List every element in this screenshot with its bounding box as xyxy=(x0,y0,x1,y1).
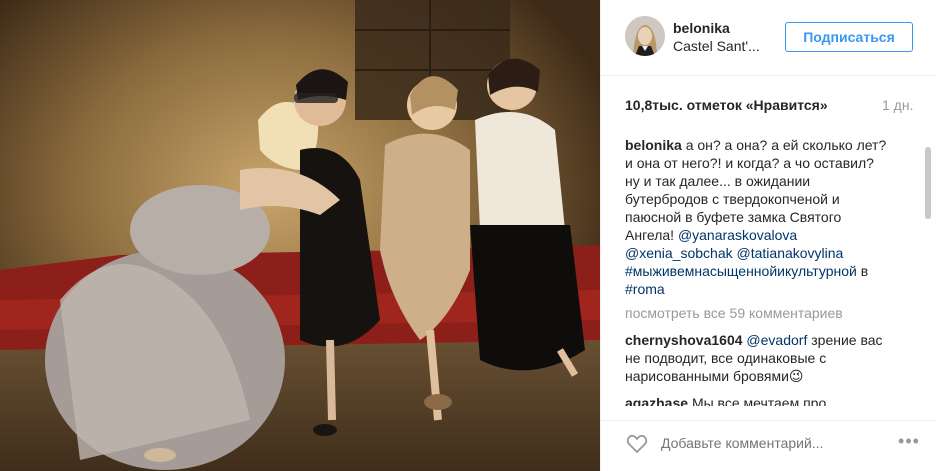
caption-text-2: и она от него?! и когда? а чо оставил? xyxy=(625,155,874,171)
wink-emoji-icon: 😉 xyxy=(788,368,804,384)
comment-item: chernyshova1604 @evadorf зрение вас не п… xyxy=(625,331,913,385)
post-location[interactable]: Castel Sant'... xyxy=(673,38,760,54)
caption-in-word: в xyxy=(860,263,869,279)
mention-link[interactable]: @tatianakovylina xyxy=(737,245,844,261)
comments-list: belonika а он? а она? а ей сколько лет? … xyxy=(625,136,913,406)
comment-text: Мы все мечтаем про xyxy=(691,395,827,406)
avatar[interactable] xyxy=(625,16,665,56)
heart-outline-icon xyxy=(626,434,648,453)
caption-text-4: бутербродов с твердокопченой и xyxy=(625,191,840,207)
instagram-post: belonika Castel Sant'... Подписаться 10,… xyxy=(0,0,936,471)
post-sidebar: belonika Castel Sant'... Подписаться 10,… xyxy=(600,0,936,471)
comment-username[interactable]: chernyshova1604 xyxy=(625,332,743,348)
comment-text: нарисованными бровями xyxy=(625,368,789,384)
caption-text-6: Ангела! xyxy=(625,227,675,243)
like-heart-icon[interactable] xyxy=(625,431,649,455)
avatar-image xyxy=(625,16,665,56)
add-comment-input[interactable] xyxy=(661,432,891,454)
comment-username[interactable]: agazhase xyxy=(625,395,688,406)
more-options-icon[interactable]: ••• xyxy=(897,431,921,455)
hashtag-link[interactable]: #мыживемнасыщеннойикультурной xyxy=(625,263,857,279)
mention-link[interactable]: @xenia_sobchak xyxy=(625,245,733,261)
post-author-username[interactable]: belonika xyxy=(673,20,730,36)
likes-count[interactable]: 10,8тыс. отметок «Нравится» xyxy=(625,97,828,113)
comments-scrollbar[interactable] xyxy=(925,147,931,219)
comment-item: agazhase Мы все мечтаем про xyxy=(625,394,913,406)
view-all-comments-link[interactable]: посмотреть все 59 комментариев xyxy=(625,304,913,322)
comment-bar: ••• xyxy=(601,420,936,471)
follow-button[interactable]: Подписаться xyxy=(785,22,913,52)
mention-link[interactable]: @evadorf xyxy=(746,332,807,348)
post-time[interactable]: 1 дн. xyxy=(882,97,913,113)
caption: belonika а он? а она? а ей сколько лет? … xyxy=(625,137,913,298)
comment-text: зрение вас xyxy=(811,332,883,348)
caption-text-1: а он? а она? а ей сколько лет? xyxy=(685,137,887,153)
caption-text-3: ну и так далее... в ожидании xyxy=(625,173,811,189)
caption-text-5: паюсной в буфете замка Святого xyxy=(625,209,842,225)
mention-link[interactable]: @yanaraskovalova xyxy=(678,227,797,243)
post-header: belonika Castel Sant'... Подписаться xyxy=(601,0,936,76)
hashtag-link[interactable]: #roma xyxy=(625,280,913,298)
photo-illustration xyxy=(0,0,600,471)
post-photo[interactable] xyxy=(0,0,600,471)
comment-text: не подводит, все одинаковые с xyxy=(625,350,827,366)
caption-username[interactable]: belonika xyxy=(625,137,682,153)
